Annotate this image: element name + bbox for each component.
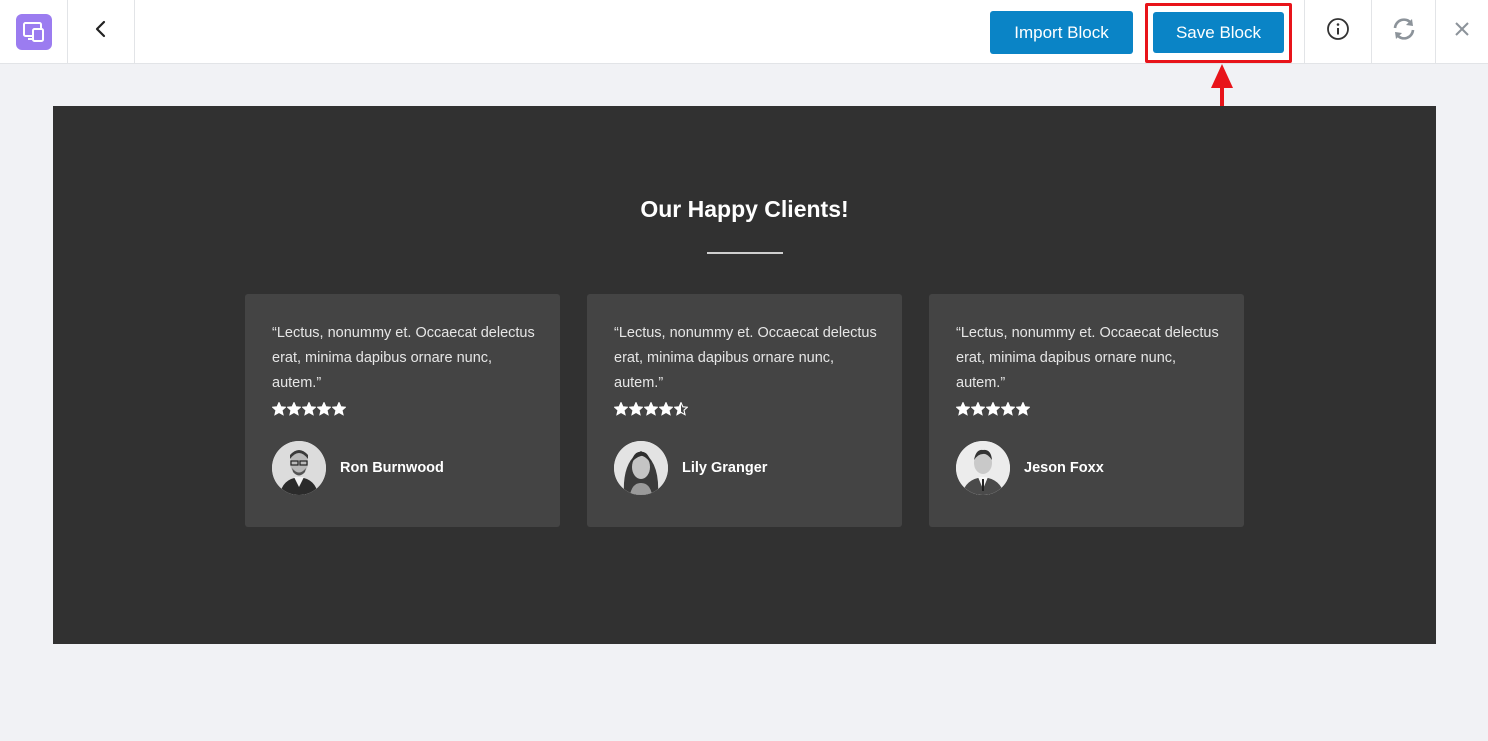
close-button[interactable] [1435, 0, 1488, 63]
testimonial-card[interactable]: “Lectus, nonummy et. Occaecat delectus e… [929, 294, 1244, 527]
star-full-icon [317, 402, 331, 416]
avatar [614, 441, 668, 495]
testimonial-card[interactable]: “Lectus, nonummy et. Occaecat delectus e… [245, 294, 560, 527]
avatar [956, 441, 1010, 495]
save-block-button[interactable]: Save Block [1153, 12, 1284, 53]
star-full-icon [1016, 402, 1030, 416]
chevron-left-icon [93, 20, 109, 43]
star-full-icon [1001, 402, 1015, 416]
star-rating [956, 402, 1030, 418]
star-full-icon [956, 402, 970, 416]
client-name: Lily Granger [682, 460, 768, 476]
testimonial-section: Our Happy Clients! “Lectus, nonummy et. … [53, 106, 1436, 644]
testimonial-quote: “Lectus, nonummy et. Occaecat delectus e… [956, 325, 1219, 391]
star-full-icon [659, 402, 673, 416]
testimonial-card[interactable]: “Lectus, nonummy et. Occaecat delectus e… [587, 294, 902, 527]
close-icon [1454, 21, 1470, 42]
star-full-icon [287, 402, 301, 416]
logo-container [0, 0, 68, 63]
responsive-devices-icon[interactable] [15, 13, 52, 50]
heading-divider [707, 252, 783, 254]
refresh-icon [1391, 17, 1417, 46]
back-button[interactable] [68, 0, 135, 63]
star-full-icon [986, 402, 1000, 416]
testimonial-quote: “Lectus, nonummy et. Occaecat delectus e… [272, 325, 535, 391]
star-full-icon [971, 402, 985, 416]
import-block-button[interactable]: Import Block [990, 11, 1133, 54]
star-full-icon [644, 402, 658, 416]
avatar [272, 441, 326, 495]
client-name: Jeson Foxx [1024, 460, 1104, 476]
star-half-icon [674, 402, 688, 416]
client-name: Ron Burnwood [340, 460, 444, 476]
star-full-icon [302, 402, 316, 416]
info-button[interactable] [1304, 0, 1371, 63]
refresh-button[interactable] [1371, 0, 1435, 63]
star-full-icon [614, 402, 628, 416]
section-heading: Our Happy Clients! [640, 196, 849, 222]
star-full-icon [332, 402, 346, 416]
star-full-icon [272, 402, 286, 416]
testimonial-quote: “Lectus, nonummy et. Occaecat delectus e… [614, 325, 877, 391]
star-rating [614, 402, 688, 418]
editor-toolbar: Import Block Save Block [0, 0, 1488, 64]
star-rating [272, 402, 346, 418]
star-full-icon [629, 402, 643, 416]
info-icon [1326, 17, 1350, 46]
